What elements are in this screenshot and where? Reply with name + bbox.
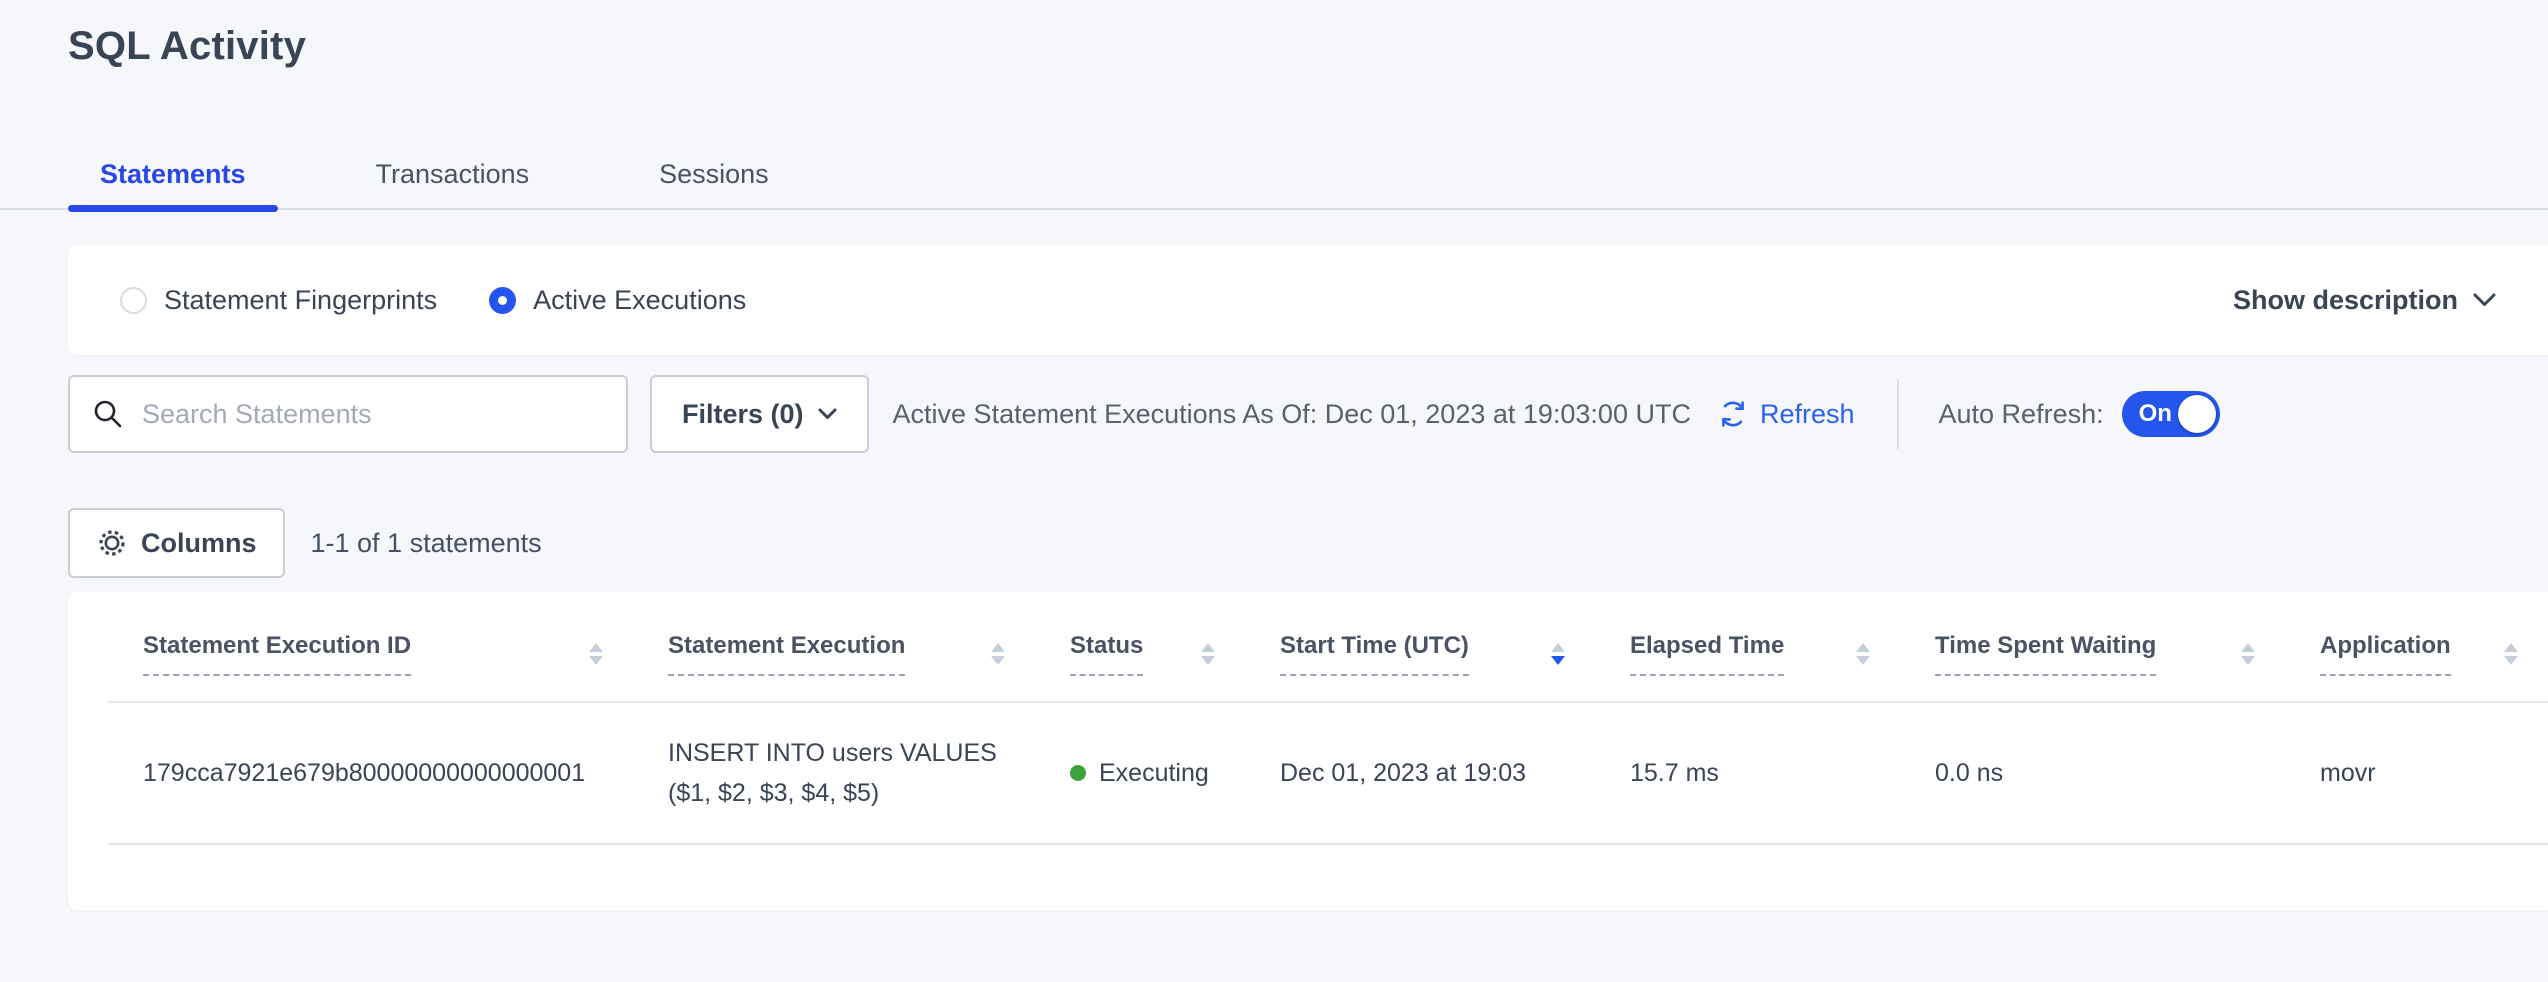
radio-label: Active Executions (533, 285, 746, 316)
tab-statements[interactable]: Statements (68, 140, 278, 208)
page-title: SQL Activity (68, 24, 306, 69)
tab-bar: Statements Transactions Sessions (0, 140, 2548, 210)
refresh-button[interactable]: Refresh (1717, 398, 1855, 430)
view-mode-radio-group: Statement Fingerprints Active Executions (120, 285, 746, 316)
table-header-row: Statement Execution ID Statement Executi… (108, 592, 2548, 703)
status-badge: Executing (1099, 759, 1209, 788)
search-box[interactable] (68, 375, 628, 453)
sort-arrows-icon[interactable] (991, 643, 1005, 665)
tab-transactions[interactable]: Transactions (344, 140, 562, 208)
radio-selected-icon[interactable] (489, 287, 516, 314)
show-description-button[interactable]: Show description (2233, 285, 2496, 316)
header-time-spent-waiting[interactable]: Time Spent Waiting (1900, 606, 2285, 701)
chevron-down-icon (818, 408, 837, 420)
sort-arrows-icon[interactable] (2504, 643, 2518, 665)
statements-table: Statement Execution ID Statement Executi… (68, 592, 2548, 910)
header-statement-execution[interactable]: Statement Execution (633, 606, 1035, 701)
status-dot-icon (1070, 765, 1086, 781)
table-toolbar: Columns 1-1 of 1 statements (68, 508, 542, 578)
header-start-time[interactable]: Start Time (UTC) (1245, 606, 1595, 701)
cell-time-spent-waiting: 0.0 ns (1900, 759, 2285, 788)
columns-button-label: Columns (141, 528, 257, 559)
radio-label: Statement Fingerprints (164, 285, 437, 316)
auto-refresh-label: Auto Refresh: (1939, 399, 2104, 430)
cell-execution-id[interactable]: 179cca7921e679b80000000000000001 (108, 759, 633, 788)
chevron-down-icon (2473, 293, 2496, 307)
filter-bar: Filters (0) Active Statement Executions … (68, 375, 2548, 453)
filters-button[interactable]: Filters (0) (650, 375, 869, 453)
header-elapsed-time[interactable]: Elapsed Time (1595, 606, 1900, 701)
header-application[interactable]: Application (2285, 606, 2548, 701)
view-mode-banner: Statement Fingerprints Active Executions… (68, 245, 2548, 355)
radio-statement-fingerprints[interactable]: Statement Fingerprints (120, 285, 437, 316)
cell-elapsed-time: 15.7 ms (1595, 759, 1900, 788)
cell-start-time: Dec 01, 2023 at 19:03 (1245, 759, 1595, 788)
filters-button-label: Filters (0) (682, 399, 804, 430)
as-of-timestamp: Active Statement Executions As Of: Dec 0… (893, 399, 1691, 430)
result-count: 1-1 of 1 statements (311, 528, 542, 559)
sort-arrows-icon[interactable] (2241, 643, 2255, 665)
search-input[interactable] (142, 399, 604, 430)
refresh-label: Refresh (1760, 399, 1855, 430)
gear-icon (96, 527, 128, 559)
toggle-knob[interactable] (2178, 395, 2216, 433)
search-icon (92, 398, 124, 430)
sort-arrows-icon[interactable] (589, 643, 603, 665)
sort-arrows-icon[interactable] (1201, 643, 1215, 665)
radio-active-executions[interactable]: Active Executions (489, 285, 746, 316)
refresh-icon (1717, 398, 1749, 430)
show-description-label: Show description (2233, 285, 2458, 316)
sort-arrows-icon[interactable] (1551, 643, 1565, 665)
toggle-state-label: On (2139, 400, 2172, 428)
header-statement-execution-id[interactable]: Statement Execution ID (108, 606, 633, 701)
tab-sessions[interactable]: Sessions (627, 140, 801, 208)
cell-statement: INSERT INTO users VALUES ($1, $2, $3, $4… (633, 733, 1035, 813)
header-status[interactable]: Status (1035, 606, 1245, 701)
radio-unselected-icon[interactable] (120, 287, 147, 314)
sort-arrows-icon[interactable] (1856, 643, 1870, 665)
columns-button[interactable]: Columns (68, 508, 285, 578)
table-row[interactable]: 179cca7921e679b80000000000000001 INSERT … (108, 703, 2548, 845)
vertical-divider (1897, 379, 1899, 449)
auto-refresh-toggle[interactable]: On (2122, 391, 2220, 437)
cell-application: movr (2285, 759, 2548, 788)
cell-status: Executing (1035, 759, 1245, 788)
